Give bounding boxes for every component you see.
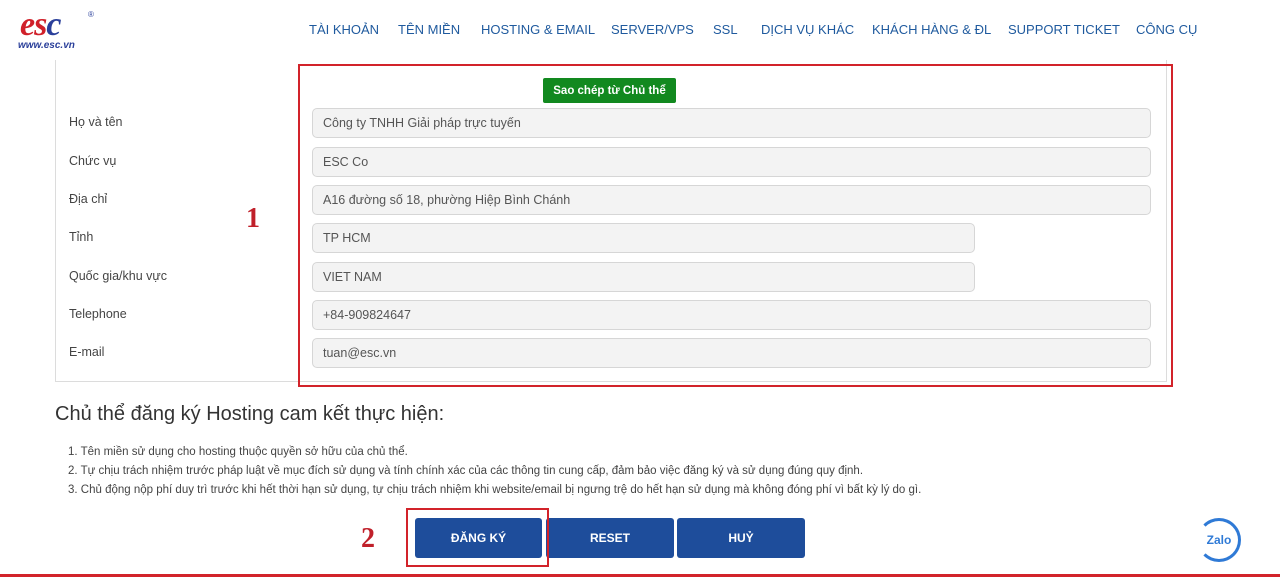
commitment-item-2: 2. Tự chịu trách nhiệm trước pháp luật v… xyxy=(68,465,864,477)
label-email: E-mail xyxy=(69,345,105,359)
label-country: Quốc gia/khu vực xyxy=(69,269,167,283)
zalo-label: Zalo xyxy=(1206,533,1232,547)
main-nav: TÀI KHOẢN TÊN MIỀN HOSTING & EMAIL SERVE… xyxy=(0,22,1280,40)
nav-hosting-email[interactable]: HOSTING & EMAIL xyxy=(481,22,595,37)
annotation-box-2 xyxy=(406,508,549,567)
commitment-item-3: 3. Chủ động nộp phí duy trì trước khi hế… xyxy=(68,484,922,496)
nav-tai-khoan[interactable]: TÀI KHOẢN xyxy=(309,22,379,37)
logo-url: www.esc.vn xyxy=(18,40,75,51)
cancel-button[interactable]: HUỶ xyxy=(677,518,805,558)
label-position: Chức vụ xyxy=(69,154,117,168)
nav-ssl[interactable]: SSL xyxy=(713,22,738,37)
reset-button[interactable]: RESET xyxy=(546,518,674,558)
label-telephone: Telephone xyxy=(69,307,127,321)
annotation-number-2: 2 xyxy=(361,523,375,554)
zalo-chat-icon[interactable]: Zalo xyxy=(1197,518,1241,562)
nav-support-ticket[interactable]: SUPPORT TICKET xyxy=(1008,22,1120,37)
nav-dich-vu-khac[interactable]: DỊCH VỤ KHÁC xyxy=(761,22,854,37)
annotation-box-1 xyxy=(298,64,1173,387)
nav-khach-hang-dl[interactable]: KHÁCH HÀNG & ĐL xyxy=(872,22,991,37)
commitment-item-1: 1. Tên miền sử dụng cho hosting thuộc qu… xyxy=(68,446,408,458)
nav-server-vps[interactable]: SERVER/VPS xyxy=(611,22,694,37)
label-province: Tỉnh xyxy=(69,230,94,244)
nav-ten-mien[interactable]: TÊN MIỀN xyxy=(398,22,460,37)
label-address: Địa chỉ xyxy=(69,192,108,206)
annotation-number-1: 1 xyxy=(246,203,260,234)
registered-mark: ® xyxy=(88,10,94,19)
label-full-name: Họ và tên xyxy=(69,115,123,129)
commitment-title: Chủ thể đăng ký Hosting cam kết thực hiệ… xyxy=(55,403,445,425)
nav-cong-cu[interactable]: CÔNG CỤ xyxy=(1136,22,1197,37)
site-header: esc ® www.esc.vn TÀI KHOẢN TÊN MIỀN HOST… xyxy=(0,0,1280,60)
